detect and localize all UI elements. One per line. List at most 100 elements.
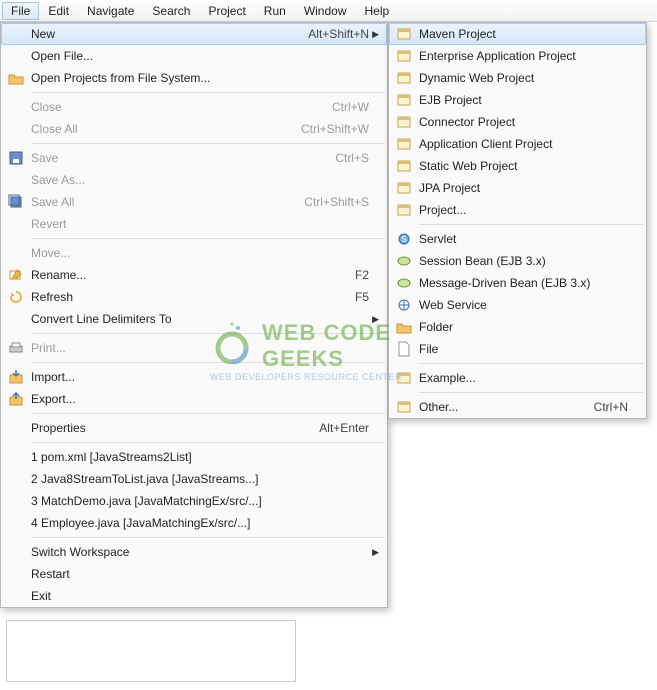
blank-icon [5, 311, 27, 327]
new-submenu-item-dynamic-web-project[interactable]: Dynamic Web Project [389, 67, 646, 89]
file-menu-item-3-matchdemo-java-javamatchingex-src[interactable]: 3 MatchDemo.java [JavaMatchingEx/src/...… [1, 490, 387, 512]
menu-item-accel: Ctrl+S [335, 151, 369, 165]
menu-separator [31, 362, 385, 363]
new-submenu-item-jpa-project[interactable]: JPA Project [389, 177, 646, 199]
blank-icon [5, 493, 27, 509]
new-submenu-item-folder[interactable]: Folder [389, 316, 646, 338]
file-menu-item-exit[interactable]: Exit [1, 585, 387, 607]
file-menu-item-print[interactable]: Print... [1, 337, 387, 359]
menubar-item-search[interactable]: Search [143, 2, 199, 20]
file-menu-item-convert-line-delimiters-to[interactable]: Convert Line Delimiters To▶ [1, 308, 387, 330]
blank-icon [5, 420, 27, 436]
file-menu-item-refresh[interactable]: RefreshF5 [1, 286, 387, 308]
menu-item-label: Properties [31, 421, 307, 435]
menu-item-label: Move... [31, 246, 369, 260]
menubar-item-file[interactable]: File [2, 2, 39, 20]
new-submenu-item-maven-project[interactable]: Maven Project [389, 23, 646, 45]
blank-icon [5, 99, 27, 115]
blank-icon [5, 245, 27, 261]
menubar-item-navigate[interactable]: Navigate [78, 2, 143, 20]
file-menu-item-new[interactable]: NewAlt+Shift+N▶ [1, 23, 387, 45]
file-menu-item-1-pom-xml-javastreams2list[interactable]: 1 pom.xml [JavaStreams2List] [1, 446, 387, 468]
menu-item-label: Save As... [31, 173, 369, 187]
new-submenu-item-connector-project[interactable]: Connector Project [389, 111, 646, 133]
new-submenu-item-application-client-project[interactable]: Application Client Project [389, 133, 646, 155]
menu-separator [31, 92, 385, 93]
menu-item-label: Folder [419, 320, 628, 334]
file-menu-item-close[interactable]: CloseCtrl+W [1, 96, 387, 118]
file-menu-item-2-java8streamtolist-java-javastreams[interactable]: 2 Java8StreamToList.java [JavaStreams...… [1, 468, 387, 490]
menubar-item-project[interactable]: Project [199, 2, 254, 20]
menu-item-label: Restart [31, 567, 369, 581]
menu-item-label: Enterprise Application Project [419, 49, 628, 63]
menubar-item-window[interactable]: Window [295, 2, 356, 20]
menu-item-label: 1 pom.xml [JavaStreams2List] [31, 450, 369, 464]
blank-icon [5, 121, 27, 137]
file-menu-item-export[interactable]: Export... [1, 388, 387, 410]
blank-icon [5, 471, 27, 487]
submenu-arrow-icon: ▶ [369, 29, 379, 40]
menu-separator [31, 442, 385, 443]
new-submenu-item-other[interactable]: Other... Ctrl+N [389, 396, 646, 418]
background-panel [6, 620, 296, 682]
ejb-project-icon [393, 92, 415, 108]
file-menu-item-restart[interactable]: Restart [1, 563, 387, 585]
menu-item-label: Save All [31, 195, 292, 209]
new-submenu-item-project[interactable]: Project... [389, 199, 646, 221]
menu-separator [419, 363, 644, 364]
menu-item-label: Application Client Project [419, 137, 628, 151]
menu-item-accel: Alt+Enter [319, 421, 369, 435]
servlet-icon: S [393, 231, 415, 247]
menu-item-label: Project... [419, 203, 628, 217]
other-icon [393, 399, 415, 415]
file-menu-item-save-all[interactable]: Save AllCtrl+Shift+S [1, 191, 387, 213]
submenu-arrow-icon: ▶ [369, 547, 379, 558]
new-submenu-item-ejb-project[interactable]: EJB Project [389, 89, 646, 111]
file-menu-item-4-employee-java-javamatchingex-src[interactable]: 4 Employee.java [JavaMatchingEx/src/...] [1, 512, 387, 534]
blank-icon [5, 566, 27, 582]
menu-item-accel: Alt+Shift+N [308, 27, 369, 41]
menu-item-label: Print... [31, 341, 369, 355]
file-menu-dropdown: NewAlt+Shift+N▶ Open File... Open Projects… [0, 22, 388, 608]
file-menu-item-open-file[interactable]: Open File... [1, 45, 387, 67]
menu-item-label: Static Web Project [419, 159, 628, 173]
new-submenu-item-static-web-project[interactable]: Static Web Project [389, 155, 646, 177]
menu-item-accel: F2 [355, 268, 369, 282]
menu-item-label: Open File... [31, 49, 369, 63]
new-submenu-item-message-driven-bean-ejb-3-x[interactable]: Message-Driven Bean (EJB 3.x) [389, 272, 646, 294]
menubar-item-edit[interactable]: Edit [39, 2, 78, 20]
file-menu-item-save-as[interactable]: Save As... [1, 169, 387, 191]
file-menu-item-import[interactable]: Import... [1, 366, 387, 388]
menu-item-accel: F5 [355, 290, 369, 304]
menubar-item-run[interactable]: Run [255, 2, 295, 20]
new-submenu-item-file[interactable]: File [389, 338, 646, 360]
file-menu-item-open-projects-from-file-system[interactable]: Open Projects from File System... [1, 67, 387, 89]
file-menu-item-move[interactable]: Move... [1, 242, 387, 264]
menu-item-accel: Ctrl+N [594, 400, 628, 414]
svg-text:S: S [401, 235, 406, 244]
new-submenu-item-web-service[interactable]: Web Service [389, 294, 646, 316]
menu-item-label: Other... [419, 400, 582, 414]
file-menu-item-close-all[interactable]: Close AllCtrl+Shift+W [1, 118, 387, 140]
file-menu-item-properties[interactable]: Properties Alt+Enter [1, 417, 387, 439]
new-submenu-item-example[interactable]: Example... [389, 367, 646, 389]
menu-item-label: Message-Driven Bean (EJB 3.x) [419, 276, 628, 290]
file-menu-item-revert[interactable]: Revert [1, 213, 387, 235]
new-submenu-item-session-bean-ejb-3-x[interactable]: Session Bean (EJB 3.x) [389, 250, 646, 272]
menu-separator [31, 143, 385, 144]
blank-icon [5, 172, 27, 188]
save-all-icon [5, 194, 27, 210]
open-folder-icon [5, 70, 27, 86]
menubar-item-help[interactable]: Help [356, 2, 399, 20]
file-menu-item-rename[interactable]: Rename...F2 [1, 264, 387, 286]
menu-item-label: Save [31, 151, 323, 165]
menu-item-label: File [419, 342, 628, 356]
example-icon [393, 370, 415, 386]
new-submenu-item-servlet[interactable]: SServlet [389, 228, 646, 250]
menu-item-label: Dynamic Web Project [419, 71, 628, 85]
refresh-icon [5, 289, 27, 305]
new-submenu-item-enterprise-application-project[interactable]: Enterprise Application Project [389, 45, 646, 67]
file-menu-item-switch-workspace[interactable]: Switch Workspace▶ [1, 541, 387, 563]
menu-item-accel: Ctrl+W [332, 100, 369, 114]
file-menu-item-save[interactable]: Save Ctrl+S [1, 147, 387, 169]
